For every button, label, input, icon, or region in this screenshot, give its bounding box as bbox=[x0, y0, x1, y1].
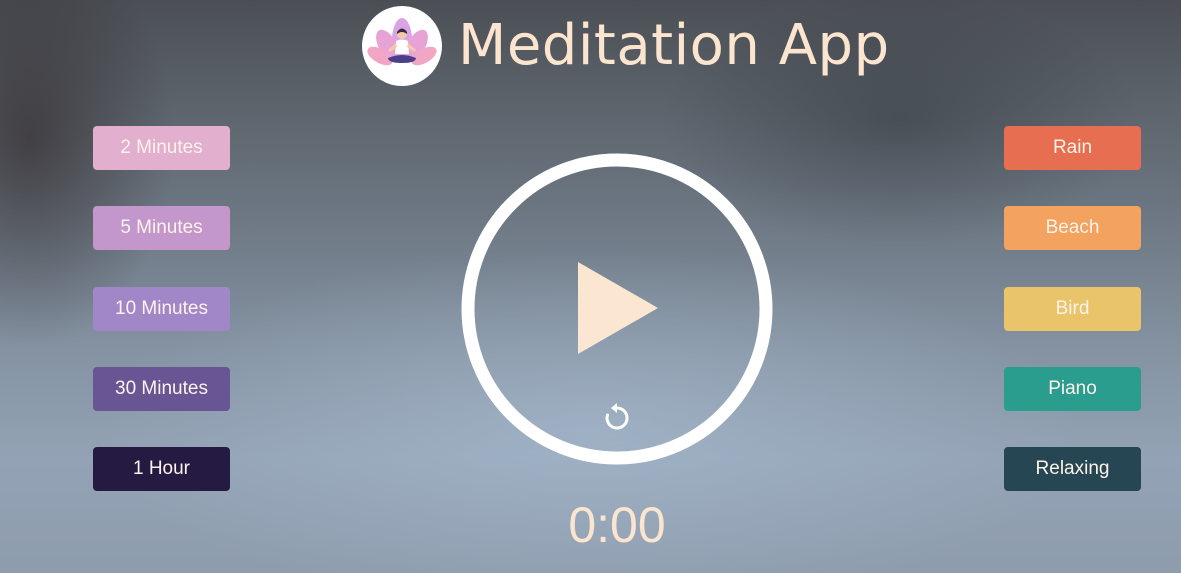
page-title: Meditation App bbox=[458, 13, 890, 78]
sound-relaxing-button[interactable]: Relaxing bbox=[1004, 447, 1141, 491]
sound-piano-button[interactable]: Piano bbox=[1004, 367, 1141, 411]
play-icon[interactable] bbox=[578, 262, 658, 354]
sound-beach-button[interactable]: Beach bbox=[1004, 206, 1141, 250]
duration-5-minutes-button[interactable]: 5 Minutes bbox=[93, 206, 230, 250]
app-header: Meditation App bbox=[362, 6, 890, 86]
meditation-lotus-icon bbox=[362, 6, 442, 86]
duration-2-minutes-button[interactable]: 2 Minutes bbox=[93, 126, 230, 170]
duration-10-minutes-button[interactable]: 10 Minutes bbox=[93, 287, 230, 331]
duration-1-hour-button[interactable]: 1 Hour bbox=[93, 447, 230, 491]
timer-display: 0:00 bbox=[568, 497, 666, 553]
replay-icon[interactable] bbox=[601, 402, 633, 434]
duration-30-minutes-button[interactable]: 30 Minutes bbox=[93, 367, 230, 411]
player-circle bbox=[460, 152, 774, 466]
sound-rain-button[interactable]: Rain bbox=[1004, 126, 1141, 170]
sound-bird-button[interactable]: Bird bbox=[1004, 287, 1141, 331]
